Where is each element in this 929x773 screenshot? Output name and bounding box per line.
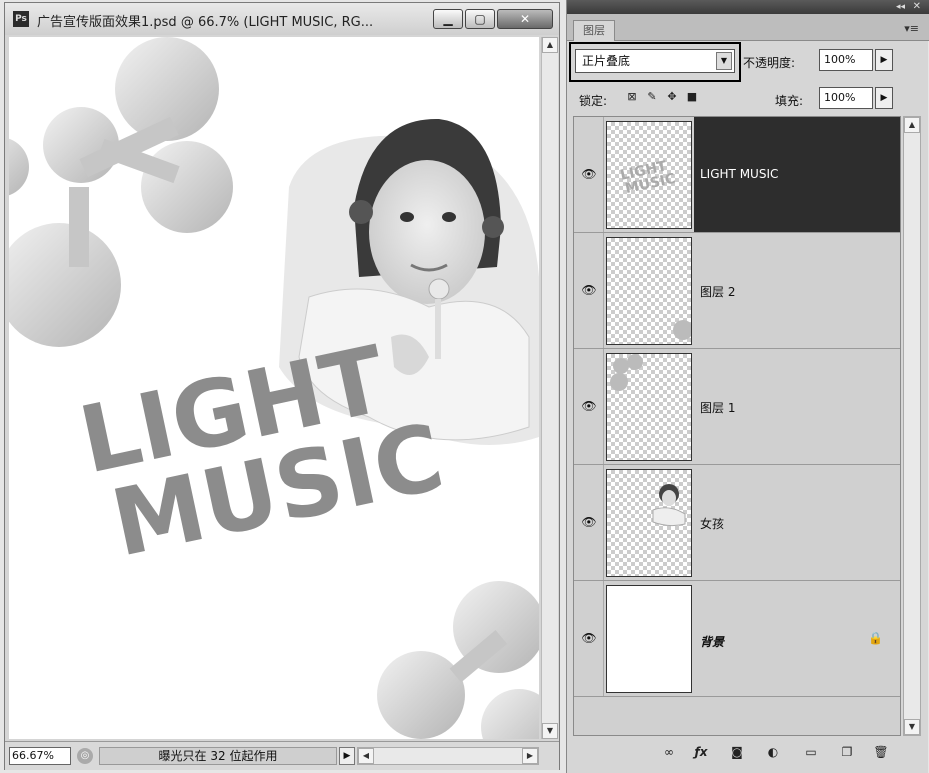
layer-thumbnail[interactable] <box>606 237 693 345</box>
girl-layer-thumbnail <box>652 484 686 527</box>
lock-position-icon[interactable]: ✥ <box>665 90 679 104</box>
blend-mode-value: 正片叠底 <box>582 54 631 68</box>
adjustment-layer-icon[interactable]: ◐ <box>761 744 785 760</box>
panel-header-bar[interactable]: ◂◂ ✕ <box>567 0 929 14</box>
layer-name: 女孩 <box>700 517 725 531</box>
layer-row-girl[interactable]: 👁 女孩 <box>574 465 900 581</box>
new-group-icon[interactable]: ▭ <box>799 744 823 760</box>
collapse-panel-icon[interactable]: ◂◂ <box>896 0 905 14</box>
scroll-down-arrow-icon[interactable]: ▼ <box>542 723 558 739</box>
new-layer-icon[interactable]: ❐ <box>835 744 859 760</box>
layer-name: 背景 <box>700 635 725 649</box>
opacity-label: 不透明度: <box>743 56 796 70</box>
chevron-down-icon[interactable]: ▼ <box>716 52 732 70</box>
flower-decoration-bottom <box>377 581 539 739</box>
document-horizontal-scrollbar[interactable]: ◀ ▶ <box>357 747 539 765</box>
document-canvas[interactable]: LIGHT MUSIC <box>9 37 539 739</box>
visibility-column: 👁 <box>574 233 604 348</box>
maximize-button[interactable]: ▢ <box>465 9 495 29</box>
panel-tab-bar: 图层 ▾≡ <box>567 14 929 41</box>
add-mask-icon[interactable]: ◙ <box>725 744 749 760</box>
scroll-up-arrow-icon[interactable]: ▲ <box>542 37 558 53</box>
tab-layers[interactable]: 图层 <box>573 20 615 41</box>
opacity-slider-arrow-icon[interactable]: ▶ <box>875 49 893 71</box>
scroll-up-arrow-icon[interactable]: ▲ <box>904 117 920 133</box>
lock-image-pixels-icon[interactable]: ✎ <box>645 90 659 104</box>
zoom-icon[interactable]: ◎ <box>77 748 93 764</box>
visibility-column: 👁 <box>574 465 604 580</box>
fill-input[interactable]: 100% <box>819 87 873 109</box>
status-menu-arrow-icon[interactable]: ▶ <box>339 747 355 765</box>
fill-label: 填充: <box>775 94 804 108</box>
layer-name: LIGHT MUSIC <box>700 167 779 181</box>
minimize-button[interactable]: ▁ <box>433 9 463 29</box>
layer-thumbnail[interactable] <box>606 585 692 693</box>
close-button[interactable]: ✕ <box>497 9 553 29</box>
layer-row-layer-2[interactable]: 👁 图层 2 <box>574 233 900 349</box>
layer-thumbnail[interactable]: LIGHT MUSIC <box>606 121 692 229</box>
close-icon: ✕ <box>519 12 531 26</box>
layer-row-background[interactable]: 👁 背景 🔒 <box>574 581 900 697</box>
layers-panel: ◂◂ ✕ 图层 ▾≡ 正片叠底 ▼ 不透明度: 100% ▶ 锁定: ⊠ ✎ ✥… <box>566 0 929 773</box>
eye-icon[interactable]: 👁 <box>580 283 598 297</box>
eye-icon[interactable]: 👁 <box>580 631 598 645</box>
layer-name: 图层 2 <box>700 285 736 299</box>
layer-row-layer-1[interactable]: 👁 图层 1 <box>574 349 900 465</box>
document-vertical-scrollbar[interactable]: ▲ ▼ <box>541 37 558 739</box>
canvas-artwork: LIGHT MUSIC <box>9 37 539 739</box>
blend-mode-select[interactable]: 正片叠底 ▼ <box>575 49 735 73</box>
visibility-column: 👁 <box>574 117 604 232</box>
fill-slider-arrow-icon[interactable]: ▶ <box>875 87 893 109</box>
close-panel-icon[interactable]: ✕ <box>913 0 921 14</box>
eye-icon[interactable]: 👁 <box>580 515 598 529</box>
document-status-bar: 66.67% ◎ 曝光只在 32 位起作用 ▶ ◀ ▶ <box>5 741 559 770</box>
document-window: Ps 广告宣传版面效果1.psd @ 66.7% (LIGHT MUSIC, R… <box>4 2 560 770</box>
layer-row-light-music[interactable]: 👁 LIGHT MUSIC LIGHT MUSIC <box>574 117 900 233</box>
visibility-column: 👁 <box>574 349 604 464</box>
link-layers-icon[interactable]: ∞ <box>657 744 681 760</box>
document-title: 广告宣传版面效果1.psd @ 66.7% (LIGHT MUSIC, RG..… <box>37 15 374 30</box>
photoshop-logo-icon: Ps <box>13 11 29 27</box>
layer-1-thumbnail <box>610 354 643 391</box>
status-message: 曝光只在 32 位起作用 <box>99 747 337 765</box>
maximize-icon: ▢ <box>474 12 486 26</box>
layer-thumbnail[interactable] <box>606 353 692 461</box>
trash-icon[interactable]: 🗑 <box>869 744 893 760</box>
lock-transparent-pixels-icon[interactable]: ⊠ <box>625 90 639 104</box>
eye-icon[interactable]: 👁 <box>580 399 598 413</box>
opacity-input[interactable]: 100% <box>819 49 873 71</box>
visibility-column: 👁 <box>574 581 604 696</box>
layers-list: 👁 LIGHT MUSIC LIGHT MUSIC 👁 图层 2 👁 图层 1 … <box>573 116 901 736</box>
layers-scrollbar[interactable]: ▲ ▼ <box>903 116 921 736</box>
layer-2-thumbnail <box>673 320 693 340</box>
scroll-left-arrow-icon[interactable]: ◀ <box>358 748 374 764</box>
zoom-level-field[interactable]: 66.67% <box>9 747 71 765</box>
layer-style-fx-icon[interactable]: ƒx <box>689 744 713 760</box>
flower-decoration-top <box>9 37 233 347</box>
scroll-down-arrow-icon[interactable]: ▼ <box>904 719 920 735</box>
text-layer-thumbnail: LIGHT MUSIC <box>619 158 677 197</box>
minimize-icon: ▁ <box>443 12 453 26</box>
layer-thumbnail[interactable] <box>606 469 692 577</box>
padlock-icon: 🔒 <box>868 631 883 645</box>
layer-name: 图层 1 <box>700 401 736 415</box>
lock-label: 锁定: <box>579 94 608 108</box>
panel-menu-icon[interactable]: ▾≡ <box>904 22 919 35</box>
scroll-right-arrow-icon[interactable]: ▶ <box>522 748 538 764</box>
document-title-bar[interactable]: Ps 广告宣传版面效果1.psd @ 66.7% (LIGHT MUSIC, R… <box>5 3 559 35</box>
lock-all-icon[interactable]: ■ <box>685 90 699 104</box>
layers-bottom-toolbar: ∞ ƒx ◙ ◐ ▭ ❐ 🗑 <box>573 738 921 768</box>
eye-icon[interactable]: 👁 <box>580 167 598 181</box>
